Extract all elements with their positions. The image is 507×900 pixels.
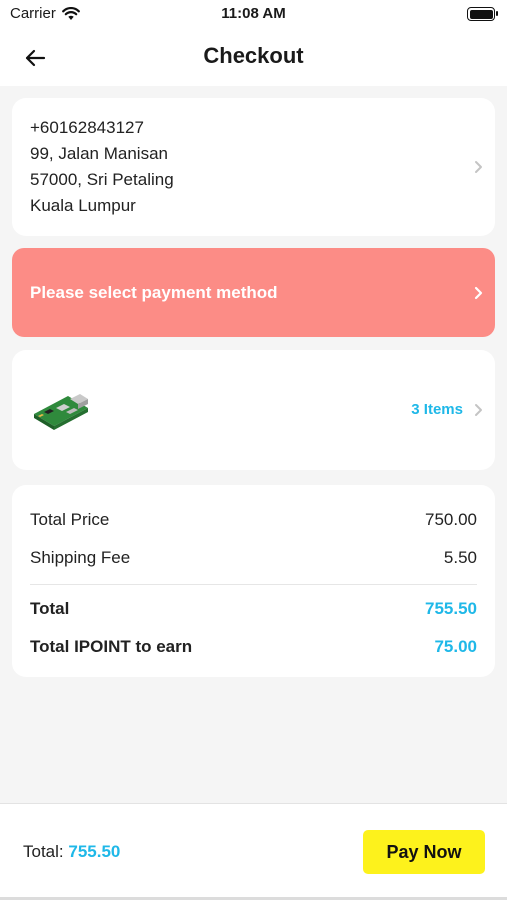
status-bar: Carrier 11:08 AM (0, 0, 507, 30)
product-thumbnail-image (34, 394, 88, 430)
chevron-right-icon (474, 286, 483, 300)
shipping-address-card[interactable]: +60162843127 99, Jalan Manisan 57000, Sr… (12, 98, 495, 236)
bottom-total: Total: 755.50 (23, 842, 120, 862)
back-button[interactable] (20, 42, 52, 74)
battery-icon (467, 7, 498, 21)
back-arrow-icon (25, 49, 46, 67)
summary-divider (30, 584, 477, 585)
pay-now-button[interactable]: Pay Now (363, 830, 485, 874)
total-price-label: Total Price (30, 510, 110, 529)
bottom-total-value: 755.50 (68, 842, 121, 861)
total-label: Total (30, 599, 70, 618)
ipoint-earn-label: Total IPOINT to earn (30, 637, 193, 656)
order-items-card[interactable]: 3 Items (12, 350, 495, 470)
address-phone: +60162843127 (30, 118, 144, 137)
bottom-total-label: Total: (23, 842, 64, 861)
shipping-fee-value: 5.50 (443, 548, 477, 567)
total-price-value: 750.00 (425, 510, 477, 529)
address-line-2: 57000, Sri Petaling (30, 170, 174, 189)
checkout-bottom-bar: Total: 755.50 Pay Now (0, 803, 507, 900)
select-payment-method-button[interactable]: Please select payment method (12, 248, 495, 337)
items-count-label: 3 Items (411, 401, 463, 418)
order-summary-card: Total Price 750.00 Shipping Fee 5.50 Tot… (12, 485, 495, 677)
chevron-right-icon (475, 161, 482, 173)
ipoint-earn-value: 75.00 (434, 637, 477, 656)
shipping-fee-label: Shipping Fee (30, 548, 131, 567)
total-value: 755.50 (425, 599, 477, 618)
address-line-3: Kuala Lumpur (30, 196, 136, 215)
page-title: Checkout (203, 43, 304, 68)
status-time: 11:08 AM (221, 5, 286, 22)
chevron-right-icon (475, 404, 482, 416)
nav-bar: Checkout (0, 30, 507, 86)
address-line-1: 99, Jalan Manisan (30, 144, 168, 163)
payment-prompt-label: Please select payment method (30, 283, 278, 302)
